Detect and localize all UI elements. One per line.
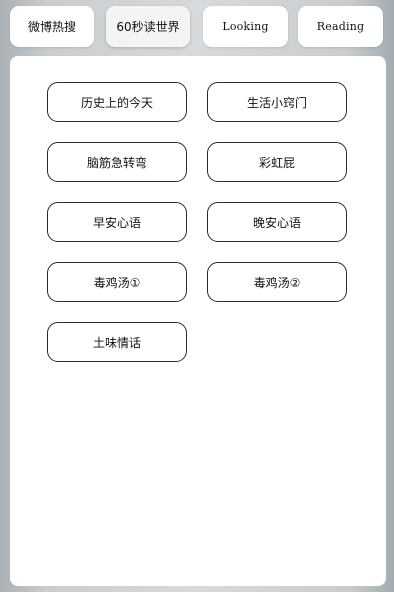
tab-60s-world-news[interactable]: 60秒读世界 bbox=[106, 6, 190, 47]
night-quote-button[interactable]: 晚安心语 bbox=[207, 202, 347, 242]
tab-looking[interactable]: Looking bbox=[203, 6, 288, 47]
toxic-soup-1-button[interactable]: 毒鸡汤① bbox=[47, 262, 187, 302]
cheesy-love-line-button[interactable]: 土味情话 bbox=[47, 322, 187, 362]
content-panel: 历史上的今天 生活小窍门 脑筋急转弯 彩虹屁 早安心语 晚安心语 毒鸡汤① 毒鸡… bbox=[10, 56, 386, 586]
toxic-soup-2-button[interactable]: 毒鸡汤② bbox=[207, 262, 347, 302]
morning-quote-button[interactable]: 早安心语 bbox=[47, 202, 187, 242]
rainbow-compliment-button[interactable]: 彩虹屁 bbox=[207, 142, 347, 182]
brain-teaser-button[interactable]: 脑筋急转弯 bbox=[47, 142, 187, 182]
tab-reading[interactable]: Reading bbox=[298, 6, 383, 47]
tab-weibo-hot-search[interactable]: 微博热搜 bbox=[10, 6, 94, 47]
history-today-button[interactable]: 历史上的今天 bbox=[47, 82, 187, 122]
top-tab-bar: 微博热搜 60秒读世界 Looking Reading bbox=[10, 6, 384, 47]
life-tips-button[interactable]: 生活小窍门 bbox=[207, 82, 347, 122]
